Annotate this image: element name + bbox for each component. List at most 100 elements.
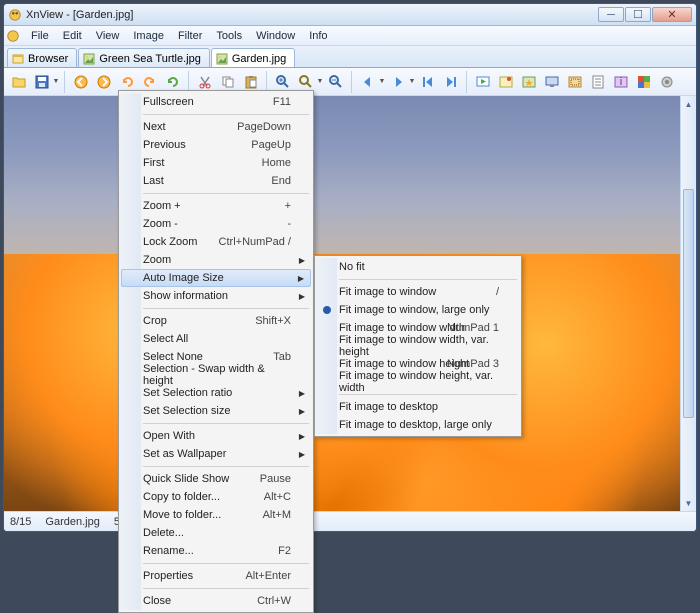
zoom-out-icon[interactable] [325, 71, 347, 93]
maximize-button[interactable]: ☐ [625, 7, 651, 22]
app-mdi-icon [6, 29, 20, 43]
menu-tools[interactable]: Tools [209, 28, 249, 44]
ctx-crop[interactable]: CropShift+X [121, 312, 311, 330]
menu-item-label: First [143, 157, 164, 169]
menu-item-shortcut: Alt+Enter [245, 570, 291, 582]
flag-icon[interactable] [495, 71, 517, 93]
back-blue-icon[interactable] [357, 71, 379, 93]
auto-image-size-submenu[interactable]: No fit Fit image to window/Fit image to w… [314, 255, 522, 437]
menu-image[interactable]: Image [126, 28, 171, 44]
menu-item-shortcut: Alt+C [264, 491, 291, 503]
menu-item-label: Show information [143, 290, 228, 302]
sub-fit-image-to-window-height-var-width[interactable]: Fit image to window height, var. width [317, 373, 519, 391]
ctx-set-selection-ratio[interactable]: Set Selection ratio▶ [121, 384, 311, 402]
window-controls: ─ ☐ ✕ [598, 7, 692, 22]
sub-fit-image-to-window[interactable]: Fit image to window/ [317, 283, 519, 301]
scroll-down-icon[interactable]: ▼ [681, 495, 696, 511]
color-icon[interactable] [633, 71, 655, 93]
menu-file[interactable]: File [24, 28, 56, 44]
ctx-move-to-folder-[interactable]: Move to folder...Alt+M [121, 506, 311, 524]
image-icon [216, 53, 228, 65]
tab-browser[interactable]: Browser [7, 48, 77, 67]
menu-item-label: Lock Zoom [143, 236, 197, 248]
vertical-scrollbar[interactable]: ▲ ▼ [680, 96, 696, 511]
sub-no-fit[interactable]: No fit [317, 258, 519, 276]
screen-icon[interactable] [541, 71, 563, 93]
sub-fit-image-to-window-width-var-height[interactable]: Fit image to window width, var. height [317, 337, 519, 355]
scroll-thumb[interactable] [683, 189, 694, 419]
menu-item-label: Fit image to window, large only [339, 304, 489, 316]
scroll-up-icon[interactable]: ▲ [681, 96, 696, 112]
ctx-delete-[interactable]: Delete... [121, 524, 311, 542]
back-blue-dropdown[interactable]: ▼ [378, 71, 386, 93]
close-button[interactable]: ✕ [652, 7, 692, 22]
open-icon[interactable] [8, 71, 30, 93]
ctx-open-with[interactable]: Open With▶ [121, 427, 311, 445]
ctx-zoom-[interactable]: Zoom -- [121, 215, 311, 233]
ctx-zoom-[interactable]: Zoom ++ [121, 197, 311, 215]
ctx-first[interactable]: FirstHome [121, 154, 311, 172]
ctx-auto-image-size[interactable]: Auto Image Size▶ [121, 269, 311, 287]
menu-item-label: Properties [143, 570, 193, 582]
crop-icon[interactable] [564, 71, 586, 93]
menu-item-shortcut: Ctrl+W [257, 595, 291, 607]
ctx-selection-swap-width-height[interactable]: Selection - Swap width & height [121, 366, 311, 384]
submenu-arrow-icon: ▶ [298, 274, 304, 283]
tab-garden-jpg[interactable]: Garden.jpg [211, 48, 295, 67]
first-blue-icon[interactable] [417, 71, 439, 93]
sub-fit-image-to-desktop[interactable]: Fit image to desktop [317, 398, 519, 416]
menu-item-label: Previous [143, 139, 186, 151]
statusbar: 8/15 Garden.jpg 504.32 KB 1024x768x24, 1… [4, 511, 696, 531]
tab-green-sea-turtle-jpg[interactable]: Green Sea Turtle.jpg [78, 48, 210, 67]
ctx-fullscreen[interactable]: FullscreenF11 [121, 93, 311, 111]
slideshow-icon[interactable] [472, 71, 494, 93]
menu-item-shortcut: F11 [273, 96, 291, 108]
menu-filter[interactable]: Filter [171, 28, 209, 44]
ctx-quick-slide-show[interactable]: Quick Slide ShowPause [121, 470, 311, 488]
toolbar: ▼ ▼ ▼ ▼ i [4, 68, 696, 96]
ctx-close[interactable]: CloseCtrl+W [121, 592, 311, 610]
menu-edit[interactable]: Edit [56, 28, 89, 44]
menu-info[interactable]: Info [302, 28, 334, 44]
ctx-copy-to-folder-[interactable]: Copy to folder... Alt+C [121, 488, 311, 506]
menu-item-label: Set Selection size [143, 405, 230, 417]
ctx-show-information[interactable]: Show information ▶ [121, 287, 311, 305]
menu-item-label: Zoom - [143, 218, 178, 230]
sub-fit-image-to-window-large-only[interactable]: Fit image to window, large only [317, 301, 519, 319]
ctx-previous[interactable]: PreviousPageUp [121, 136, 311, 154]
svg-text:i: i [620, 76, 622, 88]
favorite-icon[interactable] [518, 71, 540, 93]
menu-item-shortcut: Pause [260, 473, 291, 485]
ctx-set-as-wallpaper[interactable]: Set as Wallpaper▶ [121, 445, 311, 463]
browser-icon [12, 53, 24, 65]
image-icon [83, 53, 95, 65]
ctx-rename-[interactable]: Rename...F2 [121, 542, 311, 560]
next-orange-icon[interactable] [93, 71, 115, 93]
save-icon[interactable] [31, 71, 53, 93]
ctx-next[interactable]: NextPageDown [121, 118, 311, 136]
ctx-set-selection-size[interactable]: Set Selection size▶ [121, 402, 311, 420]
forward-blue-dropdown[interactable]: ▼ [408, 71, 416, 93]
save-dropdown[interactable]: ▼ [52, 71, 60, 93]
ctx-lock-zoom[interactable]: Lock ZoomCtrl+NumPad / [121, 233, 311, 251]
settings-icon[interactable] [656, 71, 678, 93]
menu-item-label: Copy to folder... [143, 491, 220, 503]
menu-item-shortcut: + [285, 200, 291, 212]
ctx-properties[interactable]: Properties Alt+Enter [121, 567, 311, 585]
image-info-icon[interactable]: i [610, 71, 632, 93]
minimize-button[interactable]: ─ [598, 7, 624, 22]
zoom-fit-dropdown[interactable]: ▼ [316, 71, 324, 93]
ctx-zoom[interactable]: Zoom▶ [121, 251, 311, 269]
menu-item-label: Zoom [143, 254, 171, 266]
menu-view[interactable]: View [89, 28, 127, 44]
menu-item-shortcut: End [271, 175, 291, 187]
submenu-arrow-icon: ▶ [299, 292, 305, 301]
last-blue-icon[interactable] [440, 71, 462, 93]
sub-fit-image-to-desktop-large-only[interactable]: Fit image to desktop, large only [317, 416, 519, 434]
menu-window[interactable]: Window [249, 28, 302, 44]
prev-orange-icon[interactable] [70, 71, 92, 93]
ctx-last[interactable]: LastEnd [121, 172, 311, 190]
forward-blue-icon[interactable] [387, 71, 409, 93]
ctx-select-all[interactable]: Select All [121, 330, 311, 348]
properties-icon[interactable] [587, 71, 609, 93]
